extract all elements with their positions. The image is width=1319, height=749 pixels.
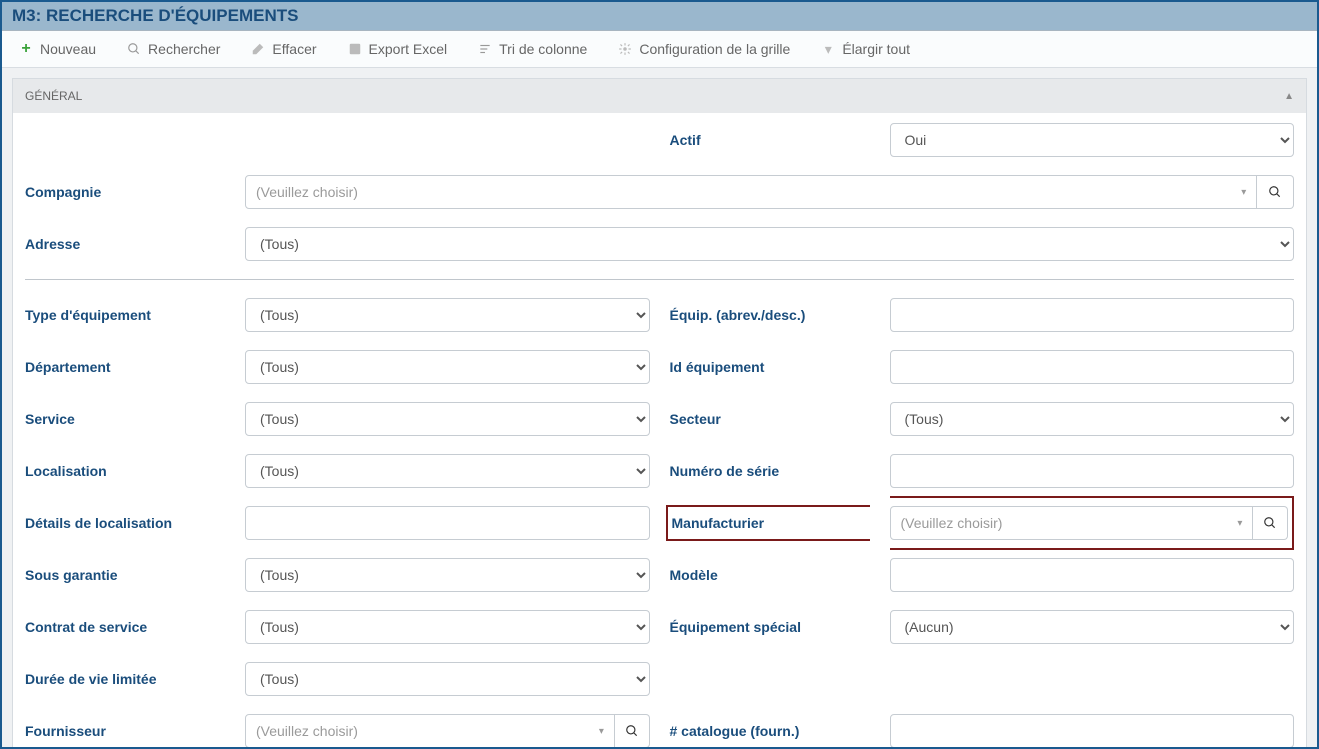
label-manufacturier: Manufacturier xyxy=(666,505,870,541)
equipdesc-input[interactable] xyxy=(890,298,1295,332)
label-fournisseur: Fournisseur xyxy=(25,723,225,739)
dureevie-select[interactable]: (Tous) xyxy=(245,662,650,696)
search-label: Rechercher xyxy=(148,41,220,57)
label-loc: Localisation xyxy=(25,463,225,479)
plus-icon: + xyxy=(18,41,34,57)
label-type: Type d'équipement xyxy=(25,307,225,323)
equipspecial-select[interactable]: (Aucun) xyxy=(890,610,1295,644)
expand-label: Élargir tout xyxy=(842,41,910,57)
label-dureevie: Durée de vie limitée xyxy=(25,671,225,687)
label-service: Service xyxy=(25,411,225,427)
compagnie-placeholder: (Veuillez choisir) xyxy=(256,184,358,200)
label-garantie: Sous garantie xyxy=(25,567,225,583)
search-icon xyxy=(126,41,142,57)
gear-icon xyxy=(617,41,633,57)
manufacturier-placeholder: (Veuillez choisir) xyxy=(901,515,1003,531)
numserie-input[interactable] xyxy=(890,454,1295,488)
label-compagnie: Compagnie xyxy=(25,184,225,200)
eraser-icon xyxy=(250,41,266,57)
compagnie-search-button[interactable] xyxy=(1257,175,1294,209)
type-select[interactable]: (Tous) xyxy=(245,298,650,332)
chevron-down-icon: ▾ xyxy=(820,41,836,57)
label-actif: Actif xyxy=(670,132,870,148)
window-title: M3: RECHERCHE D'ÉQUIPEMENTS xyxy=(2,2,1317,31)
fournisseur-placeholder: (Veuillez choisir) xyxy=(256,723,358,739)
manufacturier-combo[interactable]: (Veuillez choisir) ▾ xyxy=(890,506,1254,540)
export-button[interactable]: Export Excel xyxy=(341,37,454,61)
clear-button[interactable]: Effacer xyxy=(244,37,322,61)
label-numserie: Numéro de série xyxy=(670,463,870,479)
manufacturier-search-button[interactable] xyxy=(1253,506,1288,540)
actif-select[interactable]: Oui xyxy=(890,123,1295,157)
excel-icon xyxy=(347,41,363,57)
search-button[interactable]: Rechercher xyxy=(120,37,226,61)
label-equipdesc: Équip. (abrev./desc.) xyxy=(670,307,870,323)
caret-icon: ▾ xyxy=(1237,518,1242,529)
label-dept: Département xyxy=(25,359,225,375)
config-label: Configuration de la grille xyxy=(639,41,790,57)
catalogue-input[interactable] xyxy=(890,714,1295,748)
label-idequip: Id équipement xyxy=(670,359,870,375)
fournisseur-combo[interactable]: (Veuillez choisir) ▾ xyxy=(245,714,615,748)
fournisseur-search-button[interactable] xyxy=(615,714,650,748)
adresse-select[interactable]: (Tous) xyxy=(245,227,1294,261)
config-button[interactable]: Configuration de la grille xyxy=(611,37,796,61)
label-contrat: Contrat de service xyxy=(25,619,225,635)
label-equipspecial: Équipement spécial xyxy=(670,619,870,635)
label-detailsloc: Détails de localisation xyxy=(25,515,225,531)
label-modele: Modèle xyxy=(670,567,870,583)
toolbar: + Nouveau Rechercher Effacer Export Exce… xyxy=(2,31,1317,68)
service-select[interactable]: (Tous) xyxy=(245,402,650,436)
label-catalogue: # catalogue (fourn.) xyxy=(670,723,870,739)
secteur-select[interactable]: (Tous) xyxy=(890,402,1295,436)
modele-input[interactable] xyxy=(890,558,1295,592)
contrat-select[interactable]: (Tous) xyxy=(245,610,650,644)
compagnie-combo[interactable]: (Veuillez choisir) ▾ xyxy=(245,175,1257,209)
general-panel: GÉNÉRAL ▲ Actif Oui Compagnie xyxy=(12,78,1307,748)
collapse-icon: ▲ xyxy=(1284,91,1294,102)
new-label: Nouveau xyxy=(40,41,96,57)
divider xyxy=(25,279,1294,280)
clear-label: Effacer xyxy=(272,41,316,57)
panel-title: GÉNÉRAL xyxy=(25,89,82,103)
dept-select[interactable]: (Tous) xyxy=(245,350,650,384)
label-adresse: Adresse xyxy=(25,236,225,252)
idequip-input[interactable] xyxy=(890,350,1295,384)
caret-icon: ▾ xyxy=(1241,187,1246,198)
loc-select[interactable]: (Tous) xyxy=(245,454,650,488)
expand-button[interactable]: ▾ Élargir tout xyxy=(814,37,916,61)
label-secteur: Secteur xyxy=(670,411,870,427)
garantie-select[interactable]: (Tous) xyxy=(245,558,650,592)
new-button[interactable]: + Nouveau xyxy=(12,37,102,61)
panel-header[interactable]: GÉNÉRAL ▲ xyxy=(13,79,1306,113)
sort-label: Tri de colonne xyxy=(499,41,587,57)
export-label: Export Excel xyxy=(369,41,448,57)
sort-icon xyxy=(477,41,493,57)
sort-button[interactable]: Tri de colonne xyxy=(471,37,593,61)
caret-icon: ▾ xyxy=(599,726,604,737)
detailsloc-input[interactable] xyxy=(245,506,650,540)
